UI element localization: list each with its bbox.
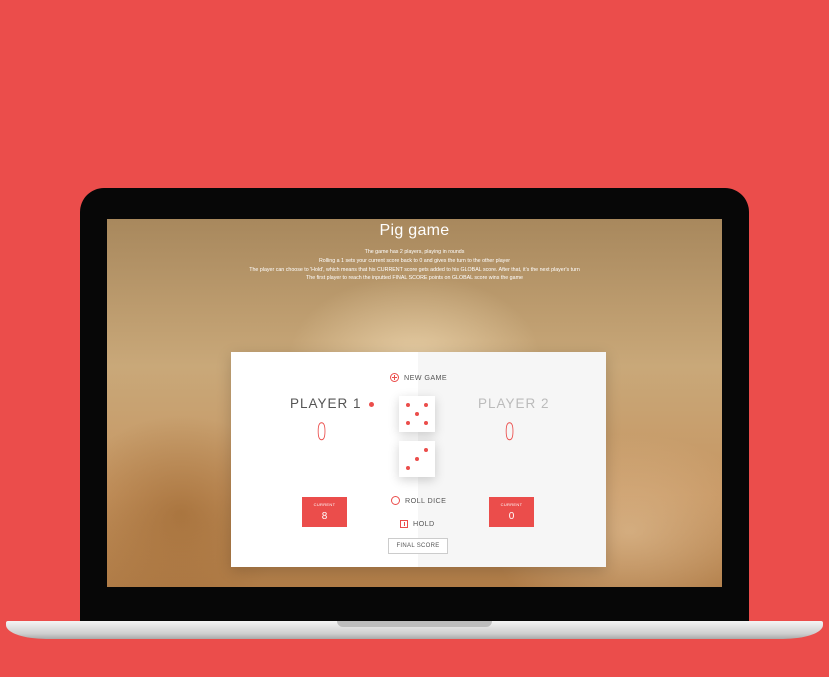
dice-pip	[405, 420, 411, 426]
active-player-indicator	[369, 402, 374, 407]
laptop-notch	[337, 621, 492, 627]
dice-pip	[405, 402, 411, 408]
player-1-current-box: CURRENT 8	[302, 497, 347, 527]
dice-pip	[423, 447, 429, 453]
player-2-panel	[418, 352, 606, 567]
player-1-name: PLAYER 1	[290, 396, 362, 411]
dice-1	[399, 396, 435, 432]
rule-line: Rolling a 1 sets your current score back…	[318, 257, 511, 264]
roll-dice-label: ROLL DICE	[405, 496, 447, 505]
page-title: Pig game	[379, 222, 450, 239]
current-label: CURRENT	[313, 502, 336, 507]
player-2-name: PLAYER 2	[478, 396, 550, 411]
rules-text: The game has 2 players, playing in round…	[107, 248, 722, 283]
dice-pip	[423, 402, 429, 408]
final-score-input[interactable]: FINAL SCORE	[388, 538, 448, 554]
download-icon	[400, 519, 408, 528]
player-1-current-score: 8	[321, 511, 328, 522]
dice-pip	[423, 420, 429, 426]
game-screen: Pig game The game has 2 players, playing…	[107, 219, 722, 587]
current-label: CURRENT	[500, 502, 523, 507]
refresh-circle-icon	[391, 496, 400, 505]
rule-line: The first player to reach the inputted F…	[306, 275, 523, 282]
player-2-current-score: 0	[508, 511, 515, 522]
roll-dice-button[interactable]: ROLL DICE	[391, 496, 446, 505]
dice-pip	[405, 465, 411, 471]
game-panel: NEW GAME PLAYER 1 PLAYER 2 0 0 CURRENT 8…	[231, 352, 606, 567]
new-game-label: NEW GAME	[404, 373, 448, 382]
player-2-score: 0	[504, 418, 515, 446]
dice-pip	[414, 411, 420, 417]
hold-button[interactable]: HOLD	[400, 519, 435, 528]
plus-circle-icon	[390, 373, 399, 382]
hold-label: HOLD	[413, 519, 435, 528]
dice-2	[399, 441, 435, 477]
rule-line: The game has 2 players, playing in round…	[364, 249, 465, 255]
player-1-score: 0	[316, 418, 327, 446]
new-game-button[interactable]: NEW GAME	[390, 373, 447, 382]
dice-pip	[414, 456, 420, 462]
rule-line: The player can choose to 'Hold', which m…	[249, 266, 580, 273]
player-2-current-box: CURRENT 0	[489, 497, 534, 527]
